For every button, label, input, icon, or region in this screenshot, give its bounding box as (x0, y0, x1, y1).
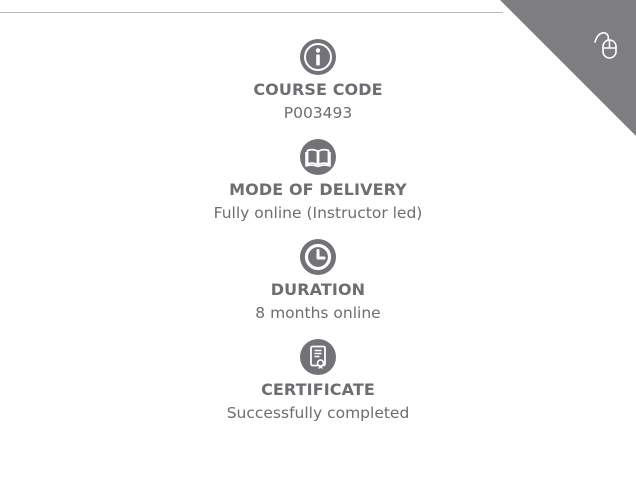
course-code-item: COURSE CODE P003493 (253, 38, 383, 123)
info-icon (299, 38, 337, 76)
duration-title: DURATION (270, 280, 366, 299)
duration-item: DURATION 8 months online (255, 238, 381, 323)
clock-icon (299, 238, 337, 276)
mode-of-delivery-value: Fully online (Instructor led) (213, 204, 423, 222)
course-info-list: COURSE CODE P003493 MODE OF DELIVERY Ful… (0, 38, 636, 423)
mode-of-delivery-item: MODE OF DELIVERY Fully online (Instructo… (213, 138, 423, 223)
certificate-item: CERTIFICATE Successfully completed (226, 338, 410, 423)
course-code-title: COURSE CODE (253, 80, 383, 99)
book-icon (299, 138, 337, 176)
certificate-value: Successfully completed (226, 404, 410, 422)
duration-value: 8 months online (255, 304, 381, 322)
certificate-title: CERTIFICATE (261, 380, 375, 399)
top-divider (0, 12, 503, 13)
certificate-icon (299, 338, 337, 376)
course-code-value: P003493 (283, 104, 353, 122)
mode-of-delivery-title: MODE OF DELIVERY (229, 180, 407, 199)
